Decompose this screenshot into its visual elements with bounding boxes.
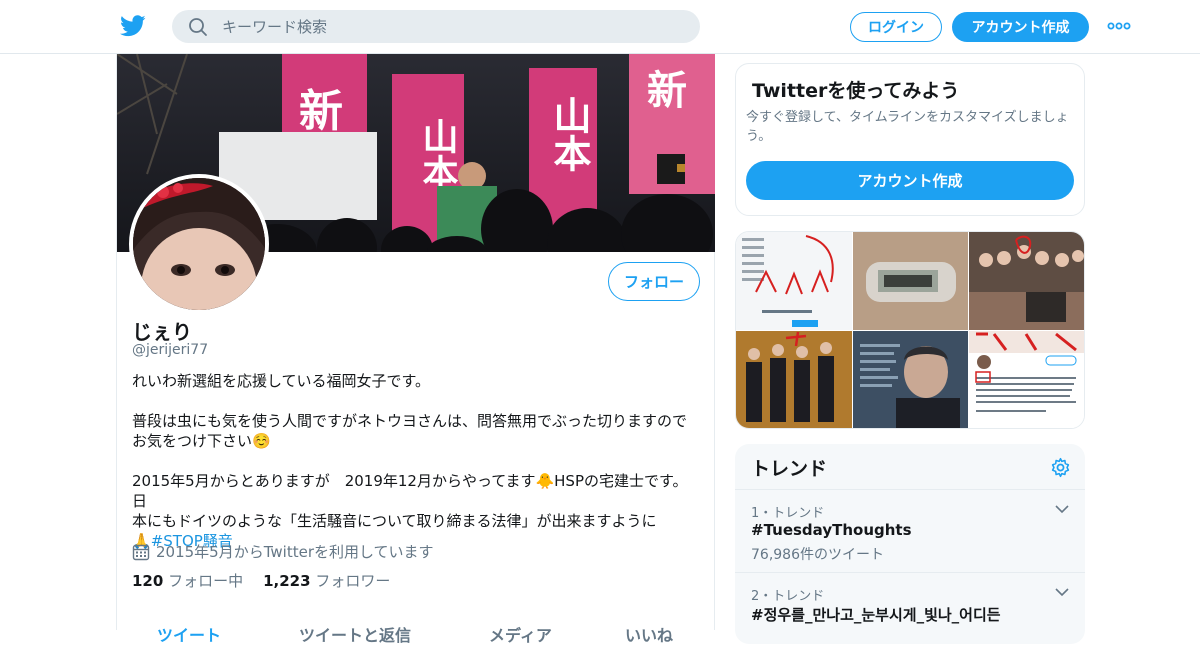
twitter-bird-icon[interactable] [120, 14, 146, 38]
banner-sign-1: 新 [299, 86, 343, 137]
trend-count: 76,986件のツイート [751, 547, 884, 563]
followers-label: フォロワー [315, 572, 391, 590]
bio-line: 本にもドイツのような「生活騒音について取り締まる法律」が出来ますように [132, 512, 657, 530]
join-date: 2015年5月からTwitterを利用しています [132, 541, 434, 562]
follow-button[interactable]: フォロー [608, 262, 700, 301]
banner-sign-3: 山本 [547, 96, 591, 172]
banner-sign-4: 新 [647, 68, 687, 114]
bio-line: 2015年5月からとありますが 2019年12月からやってます🐥HSPの宅建士で… [132, 472, 688, 510]
media-thumb-5[interactable] [853, 331, 968, 429]
chevron-down-icon[interactable] [1055, 587, 1069, 597]
profile-stats: 120 フォロー中 1,223 フォロワー [132, 570, 390, 591]
login-button[interactable]: ログイン [850, 12, 942, 42]
search-input[interactable] [222, 17, 662, 36]
search-bar[interactable] [172, 10, 700, 43]
profile-name: じぇり [132, 320, 192, 344]
trend-name: #정우를_만나고_눈부시게_빛나_어디든 [751, 606, 1001, 624]
trend-rank: 2・トレンド [751, 589, 825, 604]
chevron-down-icon[interactable] [1055, 504, 1069, 514]
trend-name: #TuesdayThoughts [751, 521, 912, 539]
media-thumb-2[interactable] [853, 232, 968, 330]
search-icon [189, 17, 207, 36]
calendar-icon [132, 544, 150, 560]
trends-panel: トレンド 1・トレンド #TuesdayThoughts 76,986件のツイー… [735, 444, 1085, 644]
profile-handle: @jerijeri77 [132, 342, 209, 358]
trend-rank: 1・トレンド [751, 506, 825, 521]
profile-column: 新 山本 山本 新 フォロー じぇり @jerijeri77 れいわ新選組を応援… [116, 54, 715, 645]
media-thumb-1[interactable] [736, 232, 852, 330]
signup-card-button[interactable]: アカウント作成 [746, 161, 1074, 200]
bio-line: 普段は虫にも気を使う人間ですがネトウヨさんは、問答無用でぶった切りますので [132, 412, 688, 430]
tab-tweets[interactable]: ツイート [157, 622, 221, 646]
media-thumb-6[interactable] [969, 331, 1085, 429]
trend-item[interactable]: 2・トレンド #정우를_만나고_눈부시게_빛나_어디든 [735, 573, 1085, 644]
profile-bio: れいわ新選組を応援している福岡女子です。 普段は虫にも気を使う人間ですがネトウヨ… [132, 371, 697, 551]
join-date-text: 2015年5月からTwitterを利用しています [156, 543, 434, 561]
profile-tabs: ツイート ツイートと返信 メディア いいね [117, 614, 715, 646]
media-thumb-4[interactable] [736, 331, 852, 429]
followers-count: 1,223 [263, 572, 311, 590]
media-grid [735, 231, 1085, 429]
trends-title: トレンド [751, 458, 828, 480]
more-dots-icon[interactable] [1106, 16, 1132, 36]
tab-likes[interactable]: いいね [625, 622, 673, 646]
signup-button[interactable]: アカウント作成 [952, 12, 1089, 42]
gear-icon[interactable] [1050, 457, 1071, 478]
banner-sign-2: 山本 [417, 118, 459, 190]
bio-line: お気をつけ下さい☺️ [132, 432, 271, 450]
following-count: 120 [132, 572, 164, 590]
signup-card-title: Twitterを使ってみよう [752, 80, 960, 102]
following-label: フォロー中 [168, 572, 244, 590]
signup-card-subtitle: 今すぐ登録して、タイムラインをカスタマイズしましょう。 [746, 110, 1069, 144]
media-thumb-3[interactable] [969, 232, 1085, 330]
following-stat[interactable]: 120 フォロー中 [132, 570, 243, 591]
followers-stat[interactable]: 1,223 フォロワー [263, 570, 390, 591]
tab-media[interactable]: メディア [489, 622, 552, 646]
signup-card: Twitterを使ってみよう 今すぐ登録して、タイムラインをカスタマイズしましょ… [735, 63, 1085, 216]
avatar-image [133, 178, 265, 310]
trends-header: トレンド [735, 444, 1085, 490]
top-navigation-bar: ログイン アカウント作成 [0, 0, 1200, 54]
bio-line: れいわ新選組を応援している福岡女子です。 [132, 372, 431, 390]
trend-item[interactable]: 1・トレンド #TuesdayThoughts 76,986件のツイート [735, 490, 1085, 573]
profile-avatar[interactable] [129, 174, 269, 314]
tab-tweets-replies[interactable]: ツイートと返信 [299, 622, 411, 646]
